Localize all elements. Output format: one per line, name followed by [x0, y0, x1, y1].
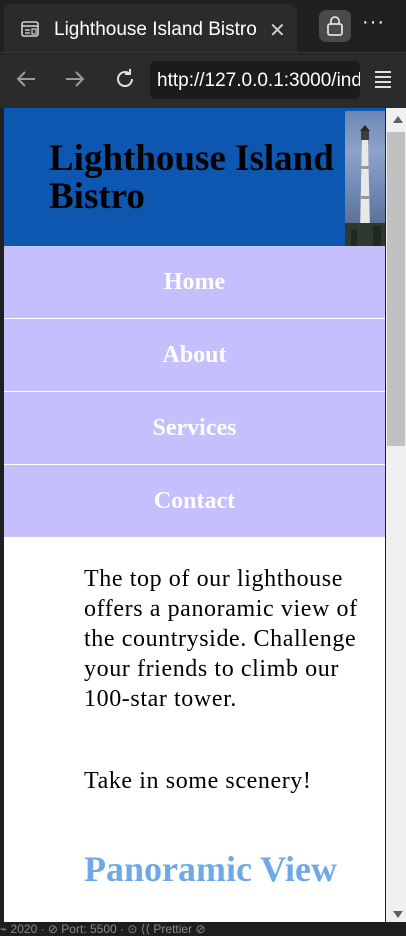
url-text: http://127.0.0.1:3000/index.html [157, 70, 360, 91]
lighthouse-graphic [345, 125, 385, 246]
url-field[interactable]: http://127.0.0.1:3000/index.html [150, 61, 360, 99]
lock-button[interactable] [319, 10, 351, 42]
tab-page-icon [21, 21, 39, 37]
browser-tab[interactable]: Lighthouse Island Bistro ✕ [4, 4, 297, 52]
scroll-up-arrow-icon[interactable] [393, 116, 403, 123]
lock-icon [327, 16, 343, 36]
nav-about-link[interactable]: About [4, 319, 385, 392]
nav-contact-link[interactable]: Contact [4, 465, 385, 538]
status-text: ⌁ 2020 · ⊘ Port: 5500 · ⊙ ⟨⟨ Prettier ⊘ [0, 922, 206, 936]
status-bar: ⌁ 2020 · ⊘ Port: 5500 · ⊙ ⟨⟨ Prettier ⊘ [0, 922, 406, 936]
site-header: Lighthouse Island Bistro [4, 108, 385, 246]
tab-title: Lighthouse Island Bistro [54, 19, 257, 40]
forward-icon[interactable] [63, 67, 87, 91]
back-icon[interactable] [14, 67, 38, 91]
intro-paragraph: The top of our lighthouse offers a panor… [84, 566, 358, 712]
tab-divider [0, 52, 406, 53]
more-icon[interactable]: ··· [362, 11, 385, 34]
menu-icon[interactable] [373, 69, 393, 89]
close-icon[interactable]: ✕ [269, 18, 286, 43]
nav-services-link[interactable]: Services [4, 392, 385, 465]
tab-strip: Lighthouse Island Bistro ✕ ··· [0, 0, 406, 54]
page-viewport: Lighthouse Island Bistro Home About Serv… [4, 108, 385, 922]
address-bar: http://127.0.0.1:3000/index.html [0, 54, 406, 108]
site-title: Lighthouse Island Bistro [49, 138, 334, 217]
refresh-icon[interactable] [113, 67, 137, 91]
main-nav: Home About Services Contact [4, 246, 385, 538]
scroll-down-arrow-icon[interactable] [393, 911, 403, 918]
nav-home-link[interactable]: Home [4, 246, 385, 319]
main-content: The top of our lighthouse offers a panor… [84, 564, 384, 794]
lighthouse-image [345, 111, 385, 246]
scenery-paragraph: Take in some scenery! [84, 768, 312, 794]
panoramic-heading: Panoramic View [84, 849, 337, 889]
scrollbar-thumb[interactable] [387, 132, 405, 446]
